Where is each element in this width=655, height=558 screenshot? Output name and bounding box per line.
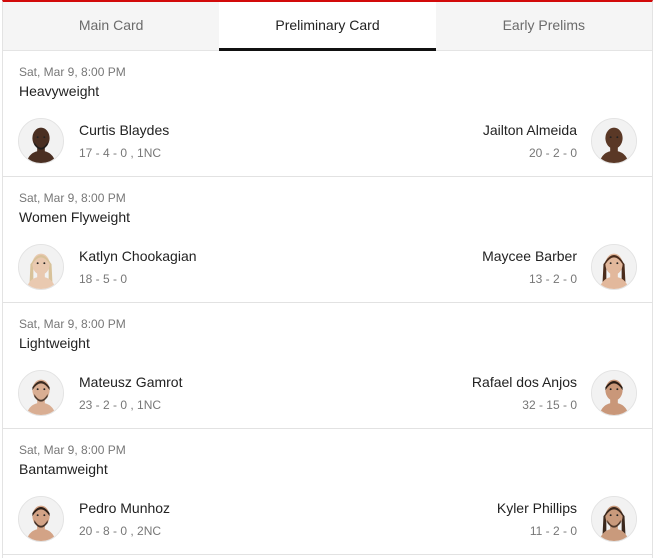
fight-meta: Sat, Mar 9, 8:00 PM Women Flyweight — [19, 191, 130, 225]
fighter-avatar[interactable] — [591, 118, 637, 164]
tab-main-card[interactable]: Main Card — [3, 2, 220, 50]
fighter-record: 20 - 8 - 0 , 2NC — [79, 524, 162, 538]
fight-row[interactable]: Sat, Mar 9, 8:00 PM Women Flyweight Katl… — [3, 177, 652, 303]
fight-card-panel: Main Card Preliminary Card Early Prelims… — [2, 0, 653, 558]
blue-corner-fighter[interactable]: Jailton Almeida 20 - 2 - 0 — [483, 117, 637, 165]
fighter-record: 23 - 2 - 0 , 1NC — [79, 398, 162, 412]
weight-class: Bantamweight — [19, 461, 108, 477]
fight-row[interactable]: Sat, Mar 9, 8:00 PM Bantamweight Pedro M… — [3, 429, 652, 555]
fighter-avatar[interactable] — [18, 244, 64, 290]
red-corner-fighter[interactable]: Curtis Blaydes 17 - 4 - 0 , 1NC — [18, 117, 169, 165]
fight-date: Sat, Mar 9, 8:00 PM — [19, 191, 126, 205]
fighter-name[interactable]: Mateusz Gamrot — [79, 374, 182, 391]
fighter-avatar[interactable] — [18, 496, 64, 542]
fighter-name[interactable]: Kyler Phillips — [497, 500, 577, 517]
weight-class: Heavyweight — [19, 83, 100, 99]
tab-preliminary-card[interactable]: Preliminary Card — [219, 2, 436, 51]
fighter-avatar[interactable] — [18, 370, 64, 416]
fight-date: Sat, Mar 9, 8:00 PM — [19, 317, 126, 331]
weight-class: Lightweight — [19, 335, 90, 351]
fighter-record: 32 - 15 - 0 — [522, 398, 577, 412]
fighter-name[interactable]: Jailton Almeida — [483, 122, 577, 139]
blue-corner-fighter[interactable]: Maycee Barber 13 - 2 - 0 — [482, 243, 637, 291]
fighter-name[interactable]: Katlyn Chookagian — [79, 248, 197, 265]
fighter-record: 17 - 4 - 0 , 1NC — [79, 146, 162, 160]
fighter-name[interactable]: Rafael dos Anjos — [472, 374, 577, 391]
fighter-name[interactable]: Curtis Blaydes — [79, 122, 169, 139]
fight-date: Sat, Mar 9, 8:00 PM — [19, 443, 126, 457]
fighter-record: 13 - 2 - 0 — [528, 272, 577, 286]
red-corner-fighter[interactable]: Katlyn Chookagian 18 - 5 - 0 — [18, 243, 197, 291]
red-corner-fighter[interactable]: Pedro Munhoz 20 - 8 - 0 , 2NC — [18, 495, 170, 543]
fighter-avatar[interactable] — [18, 118, 64, 164]
fighter-name[interactable]: Pedro Munhoz — [79, 500, 170, 517]
fighter-avatar[interactable] — [591, 244, 637, 290]
fighter-record: 20 - 2 - 0 — [528, 146, 577, 160]
fighter-avatar[interactable] — [591, 370, 637, 416]
card-tabs: Main Card Preliminary Card Early Prelims — [3, 2, 652, 51]
blue-corner-fighter[interactable]: Rafael dos Anjos 32 - 15 - 0 — [472, 369, 637, 417]
fight-date: Sat, Mar 9, 8:00 PM — [19, 65, 126, 79]
fight-meta: Sat, Mar 9, 8:00 PM Heavyweight — [19, 65, 126, 99]
fight-meta: Sat, Mar 9, 8:00 PM Bantamweight — [19, 443, 126, 477]
fight-list: Sat, Mar 9, 8:00 PM Heavyweight Curtis B… — [3, 51, 652, 555]
fighter-record: 11 - 2 - 0 — [529, 524, 577, 538]
fight-meta: Sat, Mar 9, 8:00 PM Lightweight — [19, 317, 126, 351]
fighter-avatar[interactable] — [591, 496, 637, 542]
weight-class: Women Flyweight — [19, 209, 131, 225]
fighter-name[interactable]: Maycee Barber — [482, 248, 577, 265]
fighter-record: 18 - 5 - 0 — [79, 272, 128, 286]
tab-early-prelims[interactable]: Early Prelims — [435, 2, 652, 50]
fight-row[interactable]: Sat, Mar 9, 8:00 PM Heavyweight Curtis B… — [3, 51, 652, 177]
blue-corner-fighter[interactable]: Kyler Phillips 11 - 2 - 0 — [497, 495, 637, 543]
fight-row[interactable]: Sat, Mar 9, 8:00 PM Lightweight Mateusz … — [3, 303, 652, 429]
red-corner-fighter[interactable]: Mateusz Gamrot 23 - 2 - 0 , 1NC — [18, 369, 182, 417]
